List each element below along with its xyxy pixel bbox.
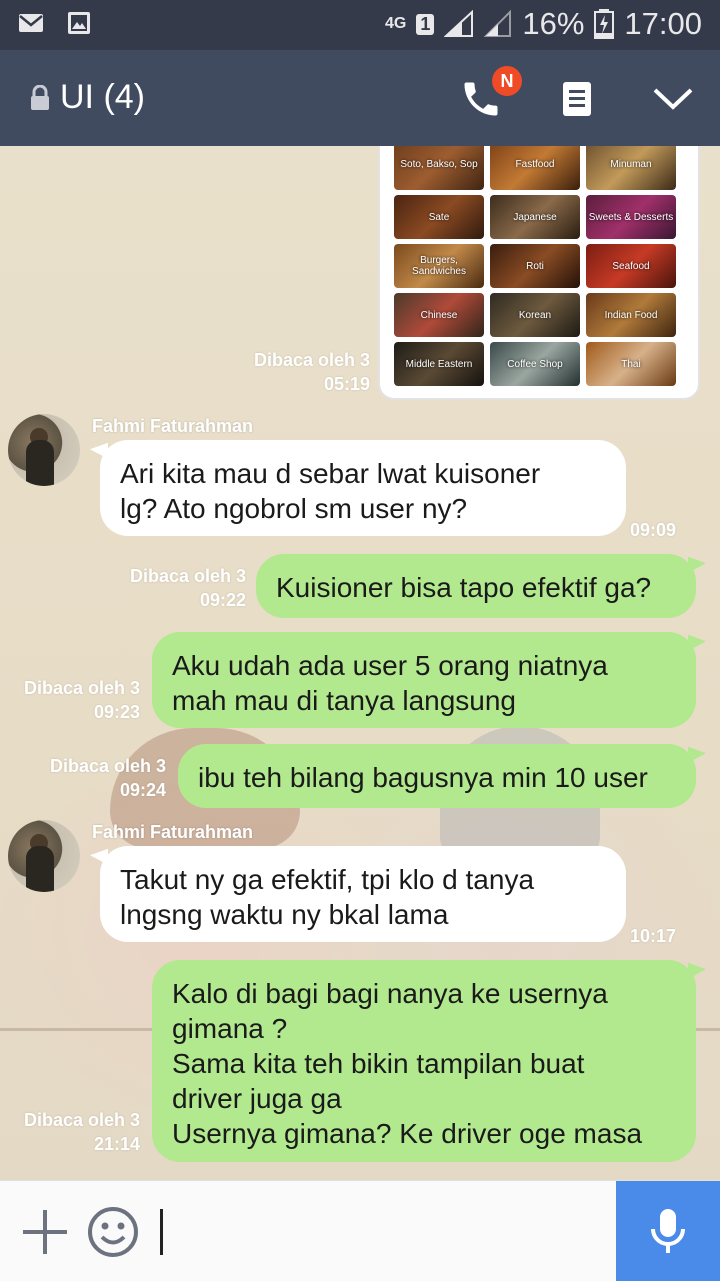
outgoing-message[interactable]: ibu teh bilang bagusnya min 10 user xyxy=(178,744,696,808)
clock: 17:00 xyxy=(624,6,702,41)
food-category-tile: Roti xyxy=(490,244,580,288)
food-category-tile: Coffee Shop xyxy=(490,342,580,386)
message-input[interactable] xyxy=(156,1199,610,1265)
image-icon xyxy=(68,12,90,34)
new-badge: N xyxy=(492,66,522,96)
notes-button[interactable] xyxy=(552,74,602,124)
outgoing-message[interactable]: Aku udah ada user 5 orang niatnya mah ma… xyxy=(152,632,696,728)
plus-icon xyxy=(23,1210,67,1254)
food-category-grid: Soto, Bakso, Sop Fastfood Minuman Sate Japan… xyxy=(394,146,676,386)
mail-icon xyxy=(19,14,43,32)
read-receipt: Dibaca oleh 3 09:23 xyxy=(23,678,140,722)
avatar[interactable] xyxy=(8,414,80,486)
read-receipt: Dibaca oleh 3 09:24 xyxy=(49,756,166,800)
chevron-down-icon xyxy=(653,88,693,110)
emoji-button[interactable] xyxy=(86,1205,140,1259)
network-type: 4G xyxy=(385,15,407,32)
food-category-tile: Korean xyxy=(490,293,580,337)
food-category-tile: Sweets & Desserts xyxy=(586,195,676,239)
food-category-tile: Thai xyxy=(586,342,676,386)
status-bar: 4G 1 16% 17:00 xyxy=(0,0,720,50)
chat-header: UI (4) N xyxy=(0,50,720,146)
chat-title: UI (4) xyxy=(60,78,145,116)
food-category-tile: Sate xyxy=(394,195,484,239)
emoji-icon xyxy=(88,1207,138,1257)
food-category-tile: Soto, Bakso, Sop xyxy=(394,146,484,190)
outgoing-message[interactable]: Kuisioner bisa tapo efektif ga? xyxy=(256,554,696,618)
chat-title-area[interactable]: UI (4) xyxy=(30,78,145,117)
lock-icon xyxy=(31,84,49,110)
read-receipt: Dibaca oleh 3 05:19 xyxy=(253,350,370,394)
incoming-message[interactable]: Takut ny ga efektif, tpi klo d tanya lng… xyxy=(100,846,626,942)
message-time: 09:09 xyxy=(630,520,677,540)
call-button[interactable]: N xyxy=(456,66,522,124)
notes-icon xyxy=(563,82,591,116)
food-category-tile: Indian Food xyxy=(586,293,676,337)
food-category-tile: Fastfood xyxy=(490,146,580,190)
battery-charging-icon xyxy=(594,9,615,39)
outgoing-message[interactable]: Kalo di bagi bagi nanya ke usernya giman… xyxy=(152,960,696,1162)
sim-indicator: 1 xyxy=(416,13,435,35)
sender-name: Fahmi Faturahman xyxy=(92,822,254,842)
avatar[interactable] xyxy=(8,820,80,892)
incoming-message[interactable]: Ari kita mau d sebar lwat kuisoner lg? A… xyxy=(100,440,626,536)
food-category-tile: Chinese xyxy=(394,293,484,337)
food-category-tile: Minuman xyxy=(586,146,676,190)
food-category-tile: Middle Eastern xyxy=(394,342,484,386)
message-field[interactable] xyxy=(156,1199,610,1265)
food-category-tile: Burgers, Sandwiches xyxy=(394,244,484,288)
signal-icon xyxy=(444,10,474,37)
menu-toggle-button[interactable] xyxy=(648,74,698,124)
battery-percent: 16% xyxy=(522,6,585,41)
food-category-tile: Japanese xyxy=(490,195,580,239)
add-attachment-button[interactable] xyxy=(18,1205,72,1259)
message-time: 10:17 xyxy=(630,926,677,946)
shared-image-message[interactable]: Soto, Bakso, Sop Fastfood Minuman Sate Japan… xyxy=(380,146,698,398)
chat-area[interactable]: Soto, Bakso, Sop Fastfood Minuman Sate Japan… xyxy=(0,146,720,1180)
message-input-bar xyxy=(0,1180,720,1281)
mic-icon xyxy=(651,1209,685,1253)
signal-icon-2 xyxy=(484,10,512,37)
sender-name: Fahmi Faturahman xyxy=(92,416,254,436)
read-receipt: Dibaca oleh 3 21:14 xyxy=(23,1110,140,1154)
voice-message-button[interactable] xyxy=(616,1181,720,1281)
read-receipt: Dibaca oleh 3 09:22 xyxy=(129,566,246,610)
food-category-tile: Seafood xyxy=(586,244,676,288)
